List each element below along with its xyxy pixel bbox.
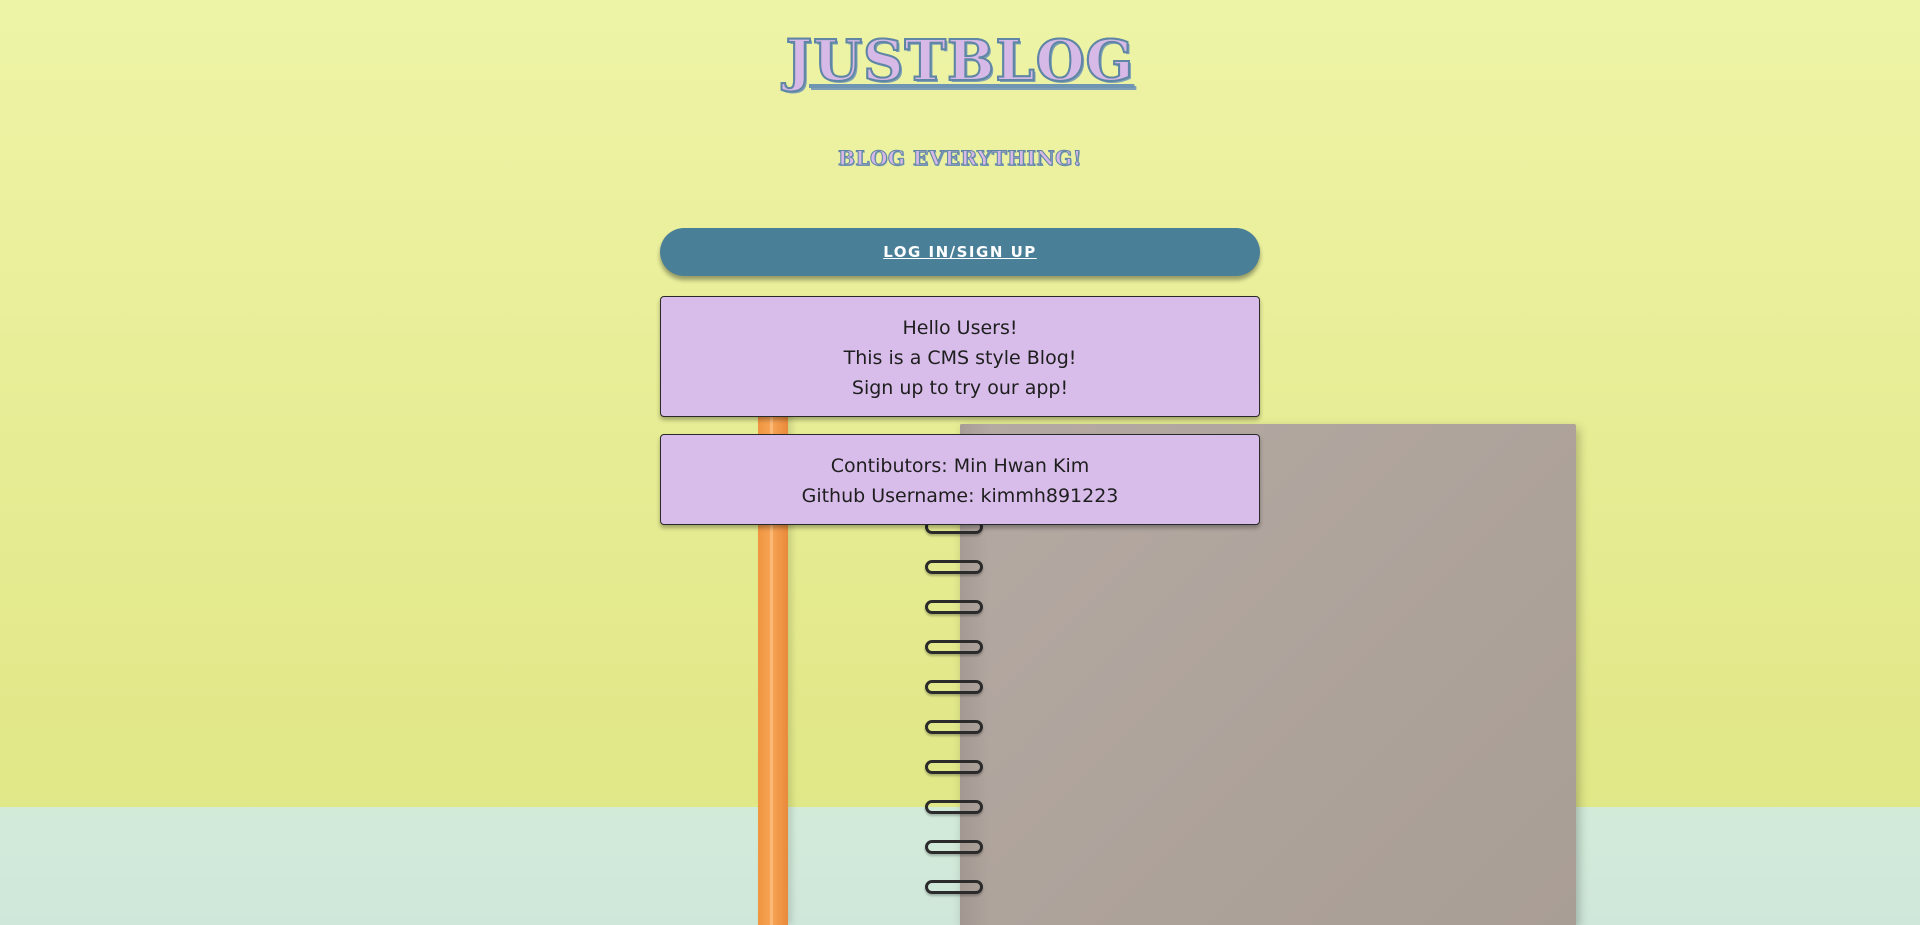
intro-card: Hello Users! This is a CMS style Blog! S… — [660, 296, 1260, 417]
contributor-name: Contibutors: Min Hwan Kim — [830, 455, 1090, 477]
notebook-ring — [925, 560, 983, 574]
notebook-ring — [925, 720, 983, 734]
notebook-ring — [925, 880, 983, 894]
site-title: JUSTBLOG — [785, 27, 1135, 95]
login-signup-label: LOG IN/SIGN UP — [883, 243, 1037, 261]
intro-line: Sign up to try our app! — [851, 377, 1069, 399]
login-signup-button[interactable]: LOG IN/SIGN UP — [660, 228, 1260, 276]
notebook-ring — [925, 680, 983, 694]
contributors-card: Contibutors: Min Hwan Kim Github Usernam… — [660, 434, 1260, 525]
notebook-ring — [925, 800, 983, 814]
intro-line: Hello Users! — [902, 317, 1018, 339]
intro-line: This is a CMS style Blog! — [843, 347, 1077, 369]
github-username: Github Username: kimmh891223 — [801, 485, 1119, 507]
notebook-ring — [925, 760, 983, 774]
notebook-ring — [925, 600, 983, 614]
notebook-ring — [925, 640, 983, 654]
site-tagline: BLOG EVERYTHING! — [838, 146, 1083, 171]
notebook-ring — [925, 840, 983, 854]
